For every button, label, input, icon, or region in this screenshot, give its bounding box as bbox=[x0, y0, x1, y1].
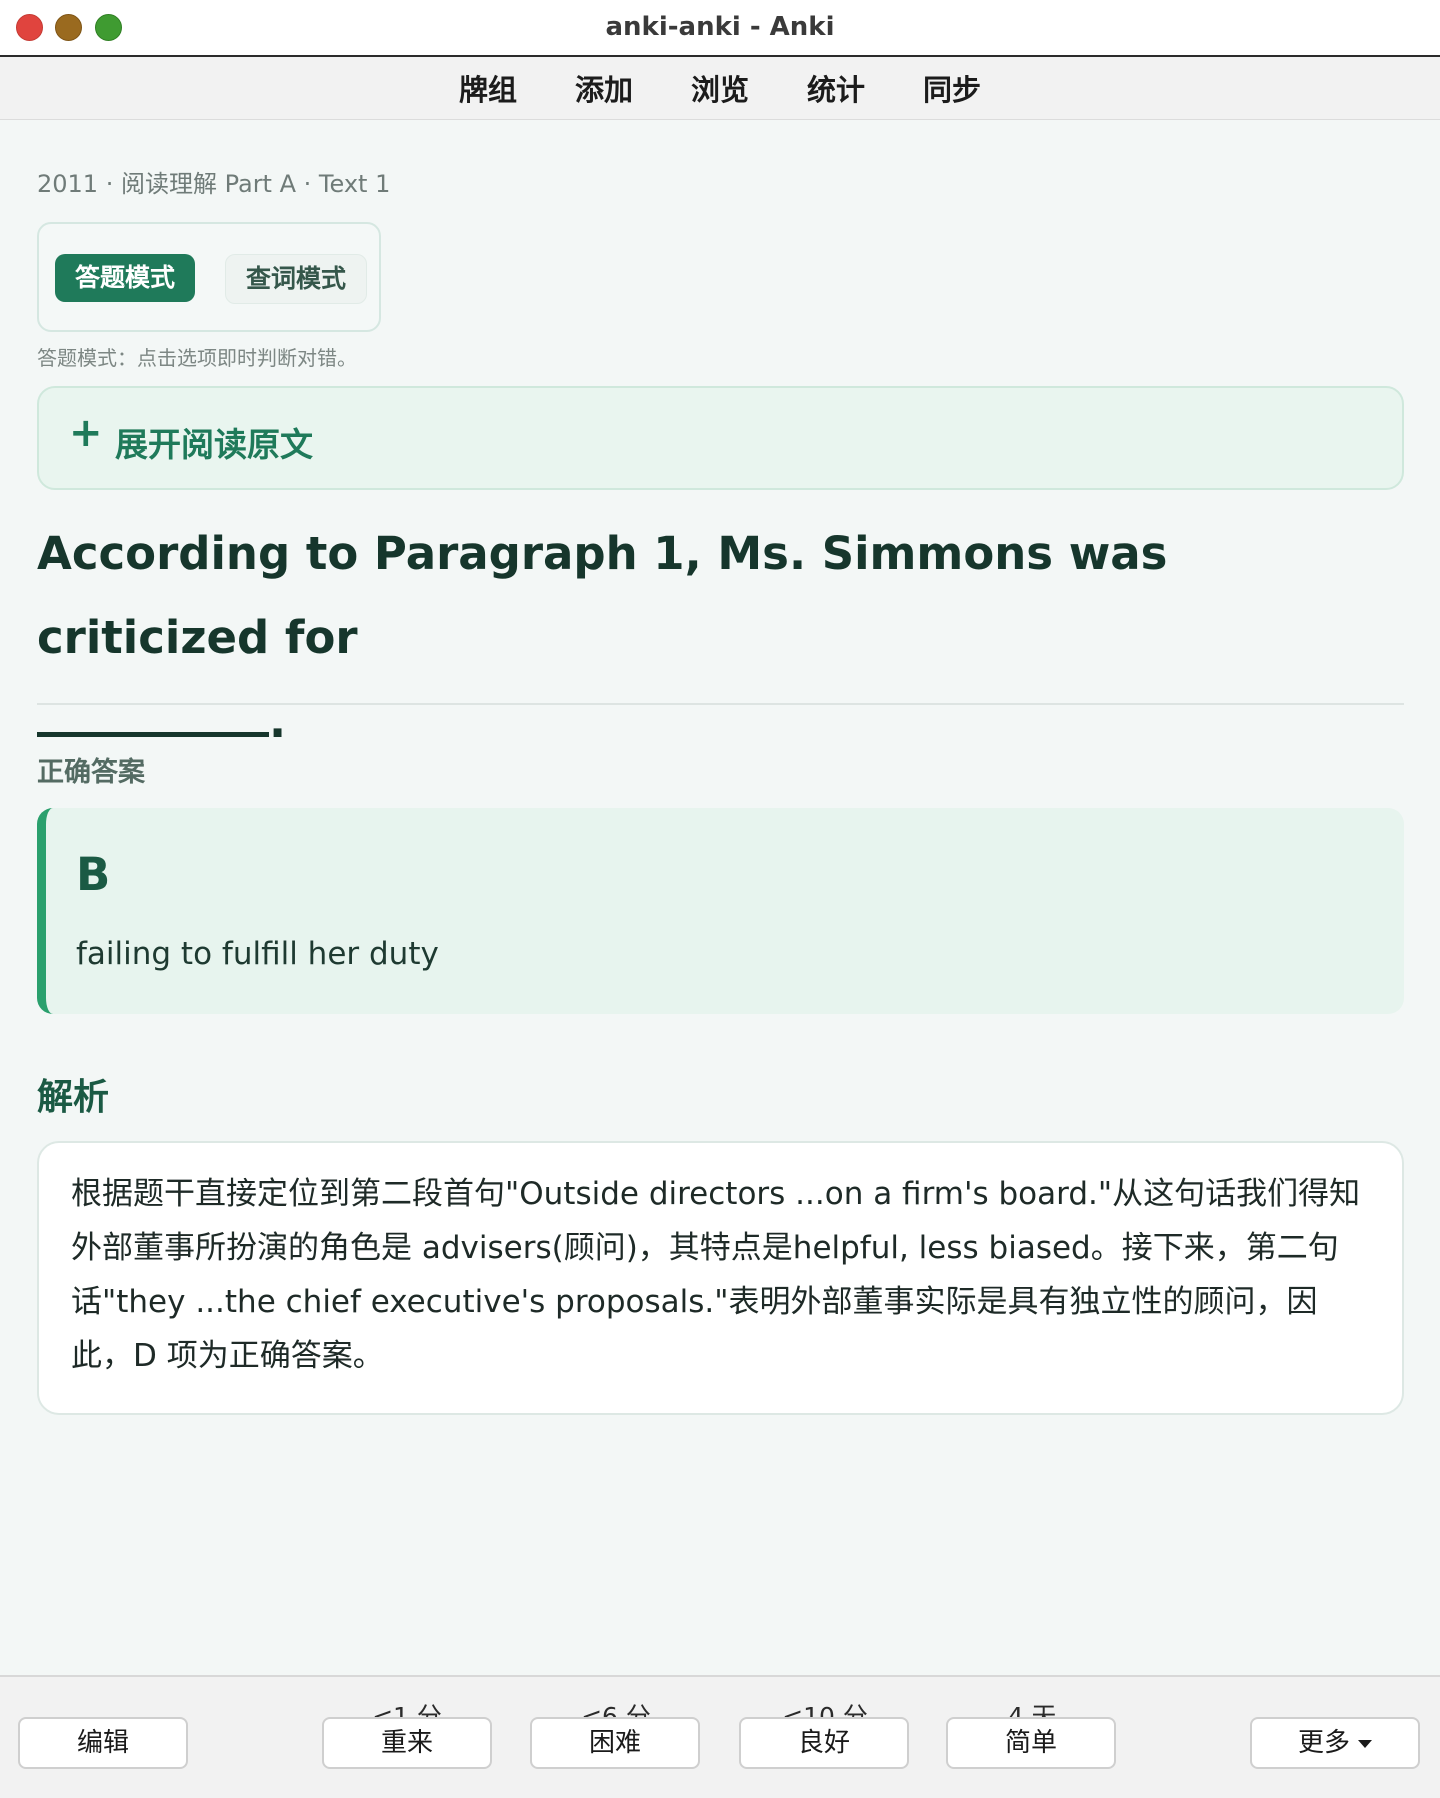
mode-hint: 答题模式：点击选项即时判断对错。 bbox=[37, 346, 357, 370]
question-stem: According to Paragraph 1, Ms. Simmons wa… bbox=[37, 527, 1168, 664]
plus-icon: + bbox=[69, 410, 103, 456]
breadcrumb: 2011 · 阅读理解 Part A · Text 1 bbox=[37, 170, 391, 198]
divider bbox=[37, 703, 1404, 705]
question-blank bbox=[37, 702, 269, 737]
answer-letter: B bbox=[76, 848, 111, 901]
more-label: 更多 bbox=[1297, 1728, 1350, 1758]
correct-answer-label: 正确答案 bbox=[37, 757, 145, 788]
analysis-box: 根据题干直接定位到第二段首句"Outside directors ...on a… bbox=[37, 1141, 1404, 1415]
mode-switcher: 答题模式 查词模式 bbox=[37, 222, 381, 332]
nav-browse[interactable]: 浏览 bbox=[662, 67, 778, 109]
question-text: According to Paragraph 1, Ms. Simmons wa… bbox=[37, 512, 1404, 764]
review-bottom-bar: 编辑 <1 分 重来 <6 分 困难 <10 分 良好 4 天 简单 更多 bbox=[0, 1675, 1440, 1798]
expand-passage-label: 展开阅读原文 bbox=[115, 425, 313, 464]
window-title: anki-anki - Anki bbox=[605, 12, 835, 42]
lookup-mode-button[interactable]: 查词模式 bbox=[225, 254, 367, 304]
top-nav: 牌组 添加 浏览 统计 同步 bbox=[0, 57, 1440, 120]
anki-window: anki-anki - Anki 牌组 添加 浏览 统计 同步 2011 · 阅… bbox=[0, 0, 1440, 1798]
analysis-text: 根据题干直接定位到第二段首句"Outside directors ...on a… bbox=[71, 1176, 1361, 1374]
easy-button[interactable]: 简单 bbox=[946, 1717, 1116, 1769]
hard-button[interactable]: 困难 bbox=[530, 1717, 700, 1769]
nav-decks[interactable]: 牌组 bbox=[430, 67, 546, 109]
good-button[interactable]: 良好 bbox=[739, 1717, 909, 1769]
answer-mode-button[interactable]: 答题模式 bbox=[55, 254, 195, 302]
more-button[interactable]: 更多 bbox=[1250, 1717, 1420, 1769]
answer-text: failing to fulfill her duty bbox=[76, 936, 439, 972]
caret-down-icon bbox=[1358, 1739, 1372, 1748]
correct-answer-box: B failing to fulfill her duty bbox=[37, 808, 1404, 1014]
expand-passage-button[interactable]: + 展开阅读原文 bbox=[37, 386, 1404, 490]
again-button[interactable]: 重来 bbox=[322, 1717, 492, 1769]
nav-add[interactable]: 添加 bbox=[546, 67, 662, 109]
nav-stats[interactable]: 统计 bbox=[778, 67, 894, 109]
analysis-heading: 解析 bbox=[37, 1077, 110, 1118]
title-bar: anki-anki - Anki bbox=[0, 0, 1440, 57]
nav-sync[interactable]: 同步 bbox=[894, 67, 1010, 109]
edit-button[interactable]: 编辑 bbox=[18, 1717, 188, 1769]
